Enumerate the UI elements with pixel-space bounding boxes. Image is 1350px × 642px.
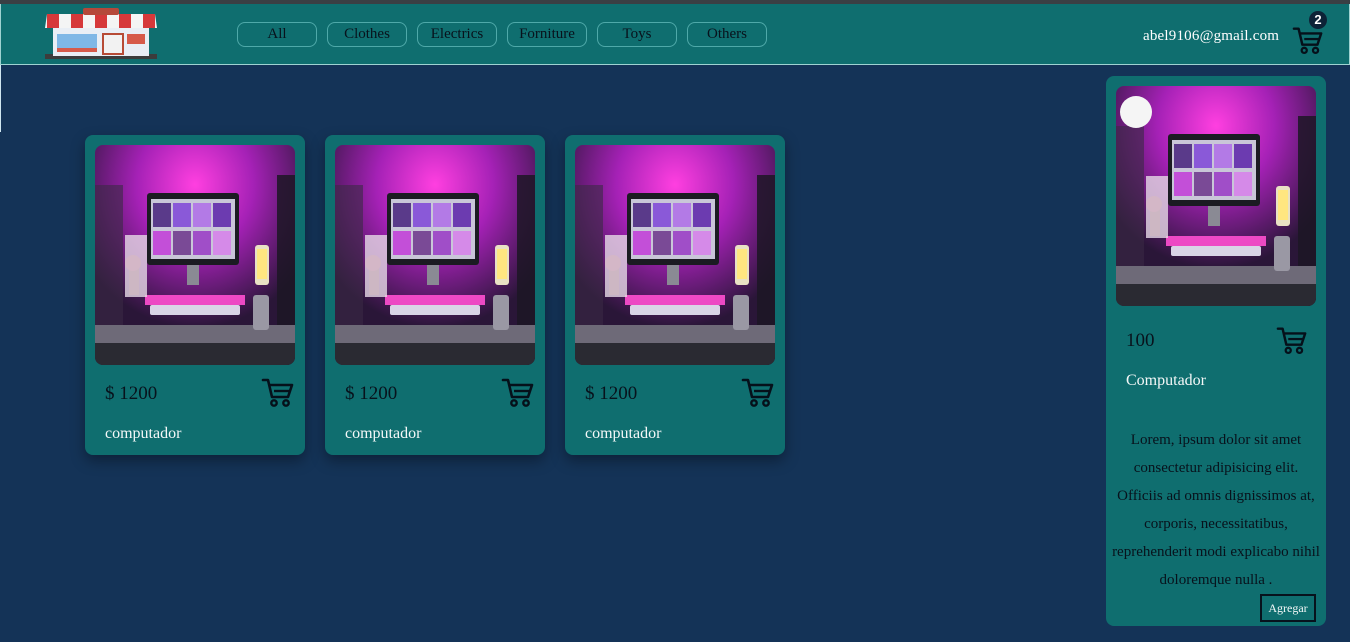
product-title: computador <box>585 425 662 442</box>
product-card[interactable]: $ 1200 computador <box>325 135 545 455</box>
product-image[interactable] <box>335 145 535 365</box>
category-nav: All Clothes Electrics Forniture Toys Oth… <box>237 22 767 47</box>
detail-cart-icon[interactable] <box>1276 324 1308 356</box>
detail-description: Lorem, ipsum dolor sit amet consectetur … <box>1112 432 1320 588</box>
navbar: All Clothes Electrics Forniture Toys Oth… <box>0 4 1350 65</box>
product-card[interactable]: $ 1200 computador <box>565 135 785 455</box>
add-to-cart-icon[interactable] <box>741 375 775 409</box>
product-detail-panel: 100 Computador Lorem, ipsum dolor sit am… <box>1106 76 1326 626</box>
product-title: computador <box>345 425 422 442</box>
close-icon[interactable] <box>1120 96 1152 128</box>
category-forniture[interactable]: Forniture <box>507 22 587 47</box>
category-clothes[interactable]: Clothes <box>327 22 407 47</box>
product-price: $ 1200 <box>585 383 638 404</box>
cart-count-badge: 2 <box>1309 11 1327 29</box>
add-to-cart-icon[interactable] <box>501 375 535 409</box>
product-card[interactable]: $ 1200 computador <box>85 135 305 455</box>
product-image[interactable] <box>95 145 295 365</box>
category-all[interactable]: All <box>237 22 317 47</box>
user-email: abel9106@gmail.com <box>1143 28 1280 44</box>
category-toys[interactable]: Toys <box>597 22 677 47</box>
detail-title: Computador <box>1126 372 1206 389</box>
add-to-cart-icon[interactable] <box>261 375 295 409</box>
product-price: $ 1200 <box>345 383 398 404</box>
product-image[interactable] <box>575 145 775 365</box>
category-electrics[interactable]: Electrics <box>417 22 497 47</box>
add-button[interactable]: Agregar <box>1260 594 1316 622</box>
product-title: computador <box>105 425 182 442</box>
product-price: $ 1200 <box>105 383 158 404</box>
store-logo[interactable] <box>39 8 163 60</box>
detail-price: 100 <box>1126 330 1155 351</box>
side-divider <box>0 65 1 132</box>
category-others[interactable]: Others <box>687 22 767 47</box>
